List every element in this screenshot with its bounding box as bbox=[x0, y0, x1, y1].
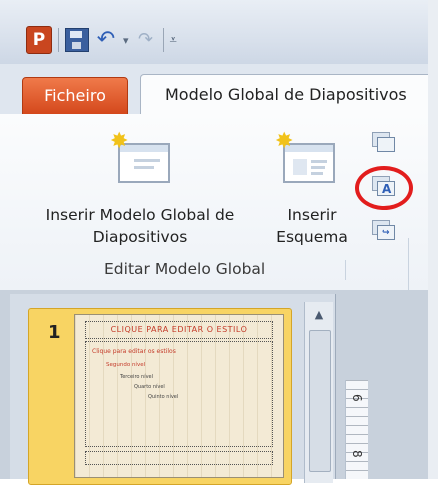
delete-slide-icon[interactable] bbox=[372, 132, 395, 152]
slide-thumbnail-pane: 1 CLIQUE PARA EDITAR O ESTILO Clique par… bbox=[10, 294, 336, 485]
slide-master-thumbnail[interactable]: CLIQUE PARA EDITAR O ESTILO Clique para … bbox=[74, 314, 284, 478]
body-level-2: Segundo nível bbox=[106, 362, 146, 368]
vertical-ruler: 6 8 bbox=[345, 380, 368, 479]
qat-separator bbox=[162, 28, 164, 52]
scroll-thumb[interactable] bbox=[309, 330, 331, 472]
redo-icon[interactable]: ↷ bbox=[135, 29, 157, 51]
quick-access-toolbar-bar: P ↶ ▾ ↷ ⩡ bbox=[0, 0, 438, 64]
insert-layout-icon[interactable]: ✸ bbox=[275, 129, 335, 183]
thumbnail-footer bbox=[85, 451, 273, 465]
thumbnail-scrollbar[interactable]: ▲ bbox=[304, 302, 333, 483]
body-level-5: Quinto nível bbox=[148, 394, 179, 400]
ruler-label-6: 6 bbox=[350, 394, 364, 402]
undo-dropdown-icon[interactable]: ▾ bbox=[123, 34, 129, 47]
save-icon[interactable] bbox=[65, 28, 89, 52]
group-separator bbox=[345, 260, 346, 280]
new-star-icon: ✸ bbox=[110, 129, 129, 154]
window-edge bbox=[428, 0, 438, 479]
quick-access-toolbar: P ↶ ▾ ↷ ⩡ bbox=[26, 25, 177, 55]
insert-slide-master-button[interactable]: Inserir Modelo Global de Diapositivos bbox=[30, 204, 250, 248]
body-level-3: Terceiro nível bbox=[120, 374, 154, 380]
ruler-label-8: 8 bbox=[350, 450, 364, 458]
new-star-icon: ✸ bbox=[275, 129, 294, 154]
workspace: 1 CLIQUE PARA EDITAR O ESTILO Clique par… bbox=[0, 290, 438, 485]
body-level-4: Quarto nível bbox=[134, 384, 165, 390]
powerpoint-window: P ↶ ▾ ↷ ⩡ Ficheiro Modelo Global de Diap… bbox=[0, 0, 438, 485]
insert-layout-button[interactable]: Inserir Esquema bbox=[262, 204, 362, 248]
body-level-1: Clique para editar os estilos bbox=[92, 348, 176, 355]
qat-separator bbox=[58, 28, 59, 52]
group-label: Editar Modelo Global bbox=[104, 260, 266, 278]
undo-icon[interactable]: ↶ bbox=[95, 29, 117, 51]
preserve-icon[interactable]: ↪ bbox=[372, 220, 395, 240]
slide-number: 1 bbox=[48, 322, 61, 343]
insert-slide-master-icon[interactable]: ✸ bbox=[110, 129, 170, 183]
scroll-up-arrow-icon[interactable]: ▲ bbox=[308, 308, 330, 322]
tab-file[interactable]: Ficheiro bbox=[22, 77, 128, 115]
highlight-circle bbox=[355, 166, 413, 210]
ribbon-tab-row: Ficheiro Modelo Global de Diapositivos bbox=[0, 64, 438, 115]
thumbnail-title: CLIQUE PARA EDITAR O ESTILO bbox=[85, 321, 273, 339]
customize-qat-icon[interactable]: ⩡ bbox=[170, 33, 177, 48]
tab-slide-master[interactable]: Modelo Global de Diapositivos bbox=[140, 74, 438, 114]
thumbnail-body: Clique para editar os estilos Segundo ní… bbox=[85, 341, 273, 447]
powerpoint-app-icon[interactable]: P bbox=[26, 26, 52, 54]
